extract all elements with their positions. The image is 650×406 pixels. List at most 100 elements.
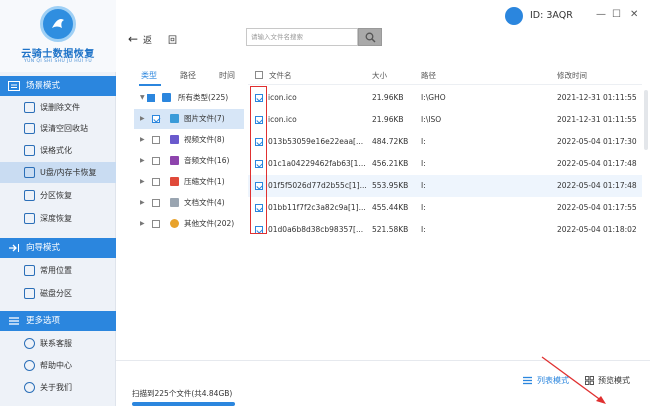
- section-label: 更多选项: [26, 316, 61, 326]
- file-path: I:: [421, 181, 426, 190]
- tree-item-documents[interactable]: ▶ 文档文件(4): [134, 193, 244, 213]
- table-row[interactable]: 01f5f5026d77d2b55c[1]... 553.95KB I: 202…: [248, 175, 642, 197]
- checkbox[interactable]: [152, 178, 160, 186]
- sidebar-item-disk-partition[interactable]: 磁盘分区: [0, 283, 116, 304]
- back-arrow-icon[interactable]: ←: [128, 32, 138, 46]
- sidebar-item-label: 误格式化: [40, 146, 72, 155]
- checkbox[interactable]: [152, 199, 160, 207]
- user-id: ID: 3AQR: [530, 10, 573, 21]
- grid-view-icon: [585, 376, 594, 385]
- expand-caret-icon[interactable]: ▶: [140, 172, 145, 192]
- tree-item-images[interactable]: ▶ 图片文件(7): [134, 109, 244, 129]
- file-path: I:: [421, 137, 426, 146]
- tree-item-label: 文档文件(4): [184, 198, 225, 207]
- expand-caret-icon[interactable]: ▶: [140, 151, 145, 171]
- forward-button[interactable]: 回: [168, 33, 177, 46]
- file-path: I:: [421, 159, 426, 168]
- file-size: 521.58KB: [372, 225, 409, 234]
- sidebar-item-format[interactable]: 误格式化: [0, 140, 116, 161]
- partition-icon: [24, 190, 35, 201]
- file-modified: 2021-12-31 01:11:55: [557, 115, 637, 124]
- annotation-highlight-box: [250, 86, 267, 234]
- list-mode-button[interactable]: 列表模式: [537, 375, 569, 386]
- checkbox[interactable]: [152, 115, 160, 123]
- file-path: I:: [421, 203, 426, 212]
- sidebar-item-help-center[interactable]: 帮助中心: [0, 355, 116, 376]
- checkbox-partial[interactable]: [147, 94, 155, 102]
- column-header-name[interactable]: 文件名: [269, 70, 292, 81]
- table-row[interactable]: 01c1a04229462fab63[1... 456.21KB I: 2022…: [248, 153, 642, 175]
- sidebar-item-partition[interactable]: 分区恢复: [0, 185, 116, 206]
- section-label: 向导模式: [26, 243, 61, 253]
- disk-icon: [24, 288, 35, 299]
- preview-mode-button[interactable]: 预览模式: [598, 375, 630, 386]
- table-row[interactable]: 01bb11f7f2c3a82c9a[1]... 455.44KB I: 202…: [248, 197, 642, 219]
- location-icon: [24, 265, 35, 276]
- sidebar-item-deleted-files[interactable]: 误删除文件: [0, 97, 116, 118]
- column-header-size[interactable]: 大小: [372, 70, 387, 81]
- sidebar-item-deep-recovery[interactable]: 深度恢复: [0, 208, 116, 229]
- tab-time[interactable]: 时间: [219, 70, 235, 81]
- file-name: 01d0a6b8d38cb98357[...: [268, 225, 364, 234]
- column-header-modified[interactable]: 修改时间: [557, 70, 587, 81]
- file-name: 01f5f5026d77d2b55c[1]...: [268, 181, 367, 190]
- file-modified: 2022-05-04 01:17:48: [557, 159, 637, 168]
- close-button[interactable]: ✕: [630, 9, 638, 20]
- checkbox[interactable]: [152, 220, 160, 228]
- user-avatar-icon[interactable]: [505, 7, 523, 25]
- sidebar-item-contact-support[interactable]: 联系客服: [0, 333, 116, 354]
- section-wizard-mode[interactable]: 向导模式: [0, 238, 116, 258]
- checkbox[interactable]: [152, 157, 160, 165]
- checkbox[interactable]: [152, 136, 160, 144]
- search-input[interactable]: 请输入文件名搜索: [246, 28, 358, 46]
- column-header-path[interactable]: 路径: [421, 70, 436, 81]
- sidebar-item-recycle-bin[interactable]: 误清空回收站: [0, 118, 116, 139]
- app-title: 云骑士数据恢复: [21, 49, 95, 60]
- sidebar-item-about-us[interactable]: 关于我们: [0, 377, 116, 398]
- app-subtitle: YUN QI SHI SHU JU HUI FU: [23, 59, 93, 64]
- tab-path[interactable]: 路径: [180, 70, 196, 81]
- table-row[interactable]: icon.ico 21.96KB I:\GHO 2021-12-31 01:11…: [248, 87, 642, 109]
- expand-caret-icon[interactable]: ▶: [140, 214, 145, 234]
- search-button[interactable]: [358, 28, 382, 46]
- tree-item-all-types[interactable]: ▼ 所有类型(225): [134, 88, 244, 108]
- scene-mode-icon: [8, 81, 20, 91]
- file-modified: 2022-05-04 01:18:02: [557, 225, 637, 234]
- file-path: I:: [421, 225, 426, 234]
- format-icon: [24, 145, 35, 156]
- expand-caret-icon[interactable]: ▶: [140, 193, 145, 213]
- file-name: 013b53059e16e22eaa[...: [268, 137, 364, 146]
- sidebar-item-common-location[interactable]: 常用位置: [0, 260, 116, 281]
- header-divider: [248, 84, 642, 85]
- file-modified: 2022-05-04 01:17:30: [557, 137, 637, 146]
- tree-item-audio[interactable]: ▶ 音频文件(16): [134, 151, 244, 171]
- scan-progress-bar: [132, 402, 235, 406]
- sidebar-item-label: 误删除文件: [40, 103, 80, 112]
- back-button[interactable]: 返: [143, 33, 152, 46]
- file-size: 484.72KB: [372, 137, 409, 146]
- sidebar-item-usb-card[interactable]: U盘/内存卡恢复: [0, 162, 116, 183]
- section-more-options[interactable]: 更多选项: [0, 311, 116, 331]
- tab-type[interactable]: 类型: [141, 70, 157, 81]
- expand-caret-icon[interactable]: ▶: [140, 130, 145, 150]
- tree-item-archives[interactable]: ▶ 压缩文件(1): [134, 172, 244, 192]
- info-icon: [24, 382, 35, 393]
- select-all-checkbox[interactable]: [255, 71, 263, 79]
- tab-underline: [139, 84, 161, 86]
- tree-item-label: 音频文件(16): [184, 156, 230, 165]
- expand-caret-icon[interactable]: ▼: [140, 88, 145, 108]
- maximize-button[interactable]: ☐: [612, 9, 621, 20]
- list-view-icon: [523, 376, 532, 385]
- table-row[interactable]: 013b53059e16e22eaa[... 484.72KB I: 2022-…: [248, 131, 642, 153]
- tree-item-others[interactable]: ▶ 其他文件(202): [134, 214, 244, 234]
- section-scene-mode[interactable]: 场景模式: [0, 76, 116, 96]
- scrollbar[interactable]: [644, 90, 648, 150]
- table-row[interactable]: icon.ico 21.96KB I:\ISO 2021-12-31 01:11…: [248, 109, 642, 131]
- sidebar-item-label: 关于我们: [40, 383, 72, 392]
- minimize-button[interactable]: —: [596, 9, 606, 20]
- table-row[interactable]: 01d0a6b8d38cb98357[... 521.58KB I: 2022-…: [248, 219, 642, 241]
- all-types-icon: [162, 93, 171, 102]
- tree-item-videos[interactable]: ▶ 视频文件(8): [134, 130, 244, 150]
- expand-caret-icon[interactable]: ▶: [140, 109, 145, 129]
- archive-icon: [170, 177, 179, 186]
